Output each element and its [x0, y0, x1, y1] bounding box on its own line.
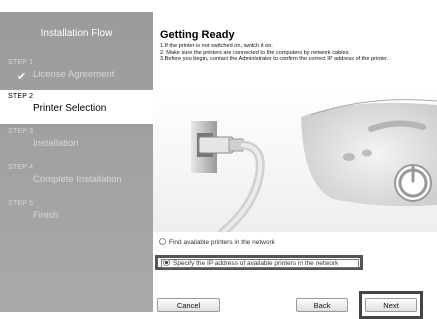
step-number: STEP 4 [8, 164, 34, 171]
radio-unchecked-icon[interactable] [159, 238, 166, 245]
sidebar-step-finish: STEP 5 Finish [0, 198, 153, 228]
option-specify-ip[interactable]: Specify the IP address of available prin… [163, 259, 339, 268]
top-edge [0, 0, 437, 12]
next-button[interactable]: Next [365, 298, 417, 312]
step-label: Complete Installation [33, 174, 122, 185]
sidebar-step-license: STEP 1 ✔ License Agreement [0, 56, 153, 90]
main-panel: Getting Ready 1.If the printer is not sw… [153, 12, 437, 319]
step-label: Printer Selection [33, 103, 107, 114]
step-number: STEP 5 [8, 200, 34, 207]
cancel-button[interactable]: Cancel [157, 298, 220, 312]
page-title: Getting Ready [160, 29, 235, 41]
option-label: Find available printers in the network [169, 239, 275, 247]
installation-sidebar: Installation Flow STEP 1 ✔ License Agree… [0, 12, 153, 312]
back-button[interactable]: Back [296, 298, 348, 312]
step-number: STEP 2 [8, 93, 34, 100]
instruction-line: 1.If the printer is not switched on, swi… [160, 43, 273, 49]
step-number: STEP 3 [8, 128, 34, 135]
checkmark-icon: ✔ [17, 71, 27, 83]
step-label: License Agreement [33, 69, 115, 80]
instructions: 1.If the printer is not switched on, swi… [160, 43, 434, 63]
step-number: STEP 1 [8, 59, 34, 66]
step-label: Installation [33, 138, 79, 149]
step-label: Finish [33, 210, 59, 221]
radio-checked-icon[interactable] [163, 259, 170, 266]
option-label: Specify the IP address of available prin… [173, 260, 339, 268]
instruction-line: 3.Before you begin, contact the Administ… [160, 56, 389, 63]
sidebar-title: Installation Flow [40, 28, 113, 39]
sidebar-step-complete-installation: STEP 4 Complete Installation [0, 162, 153, 192]
sidebar-step-printer-selection: STEP 2 Printer Selection [0, 90, 153, 124]
network-cable-illustration [153, 87, 437, 232]
option-find-printers[interactable]: Find available printers in the network [159, 238, 275, 247]
instruction-line: 2. Make sure the printers are connected … [160, 49, 350, 56]
sidebar-step-installation: STEP 3 Installation [0, 126, 153, 156]
